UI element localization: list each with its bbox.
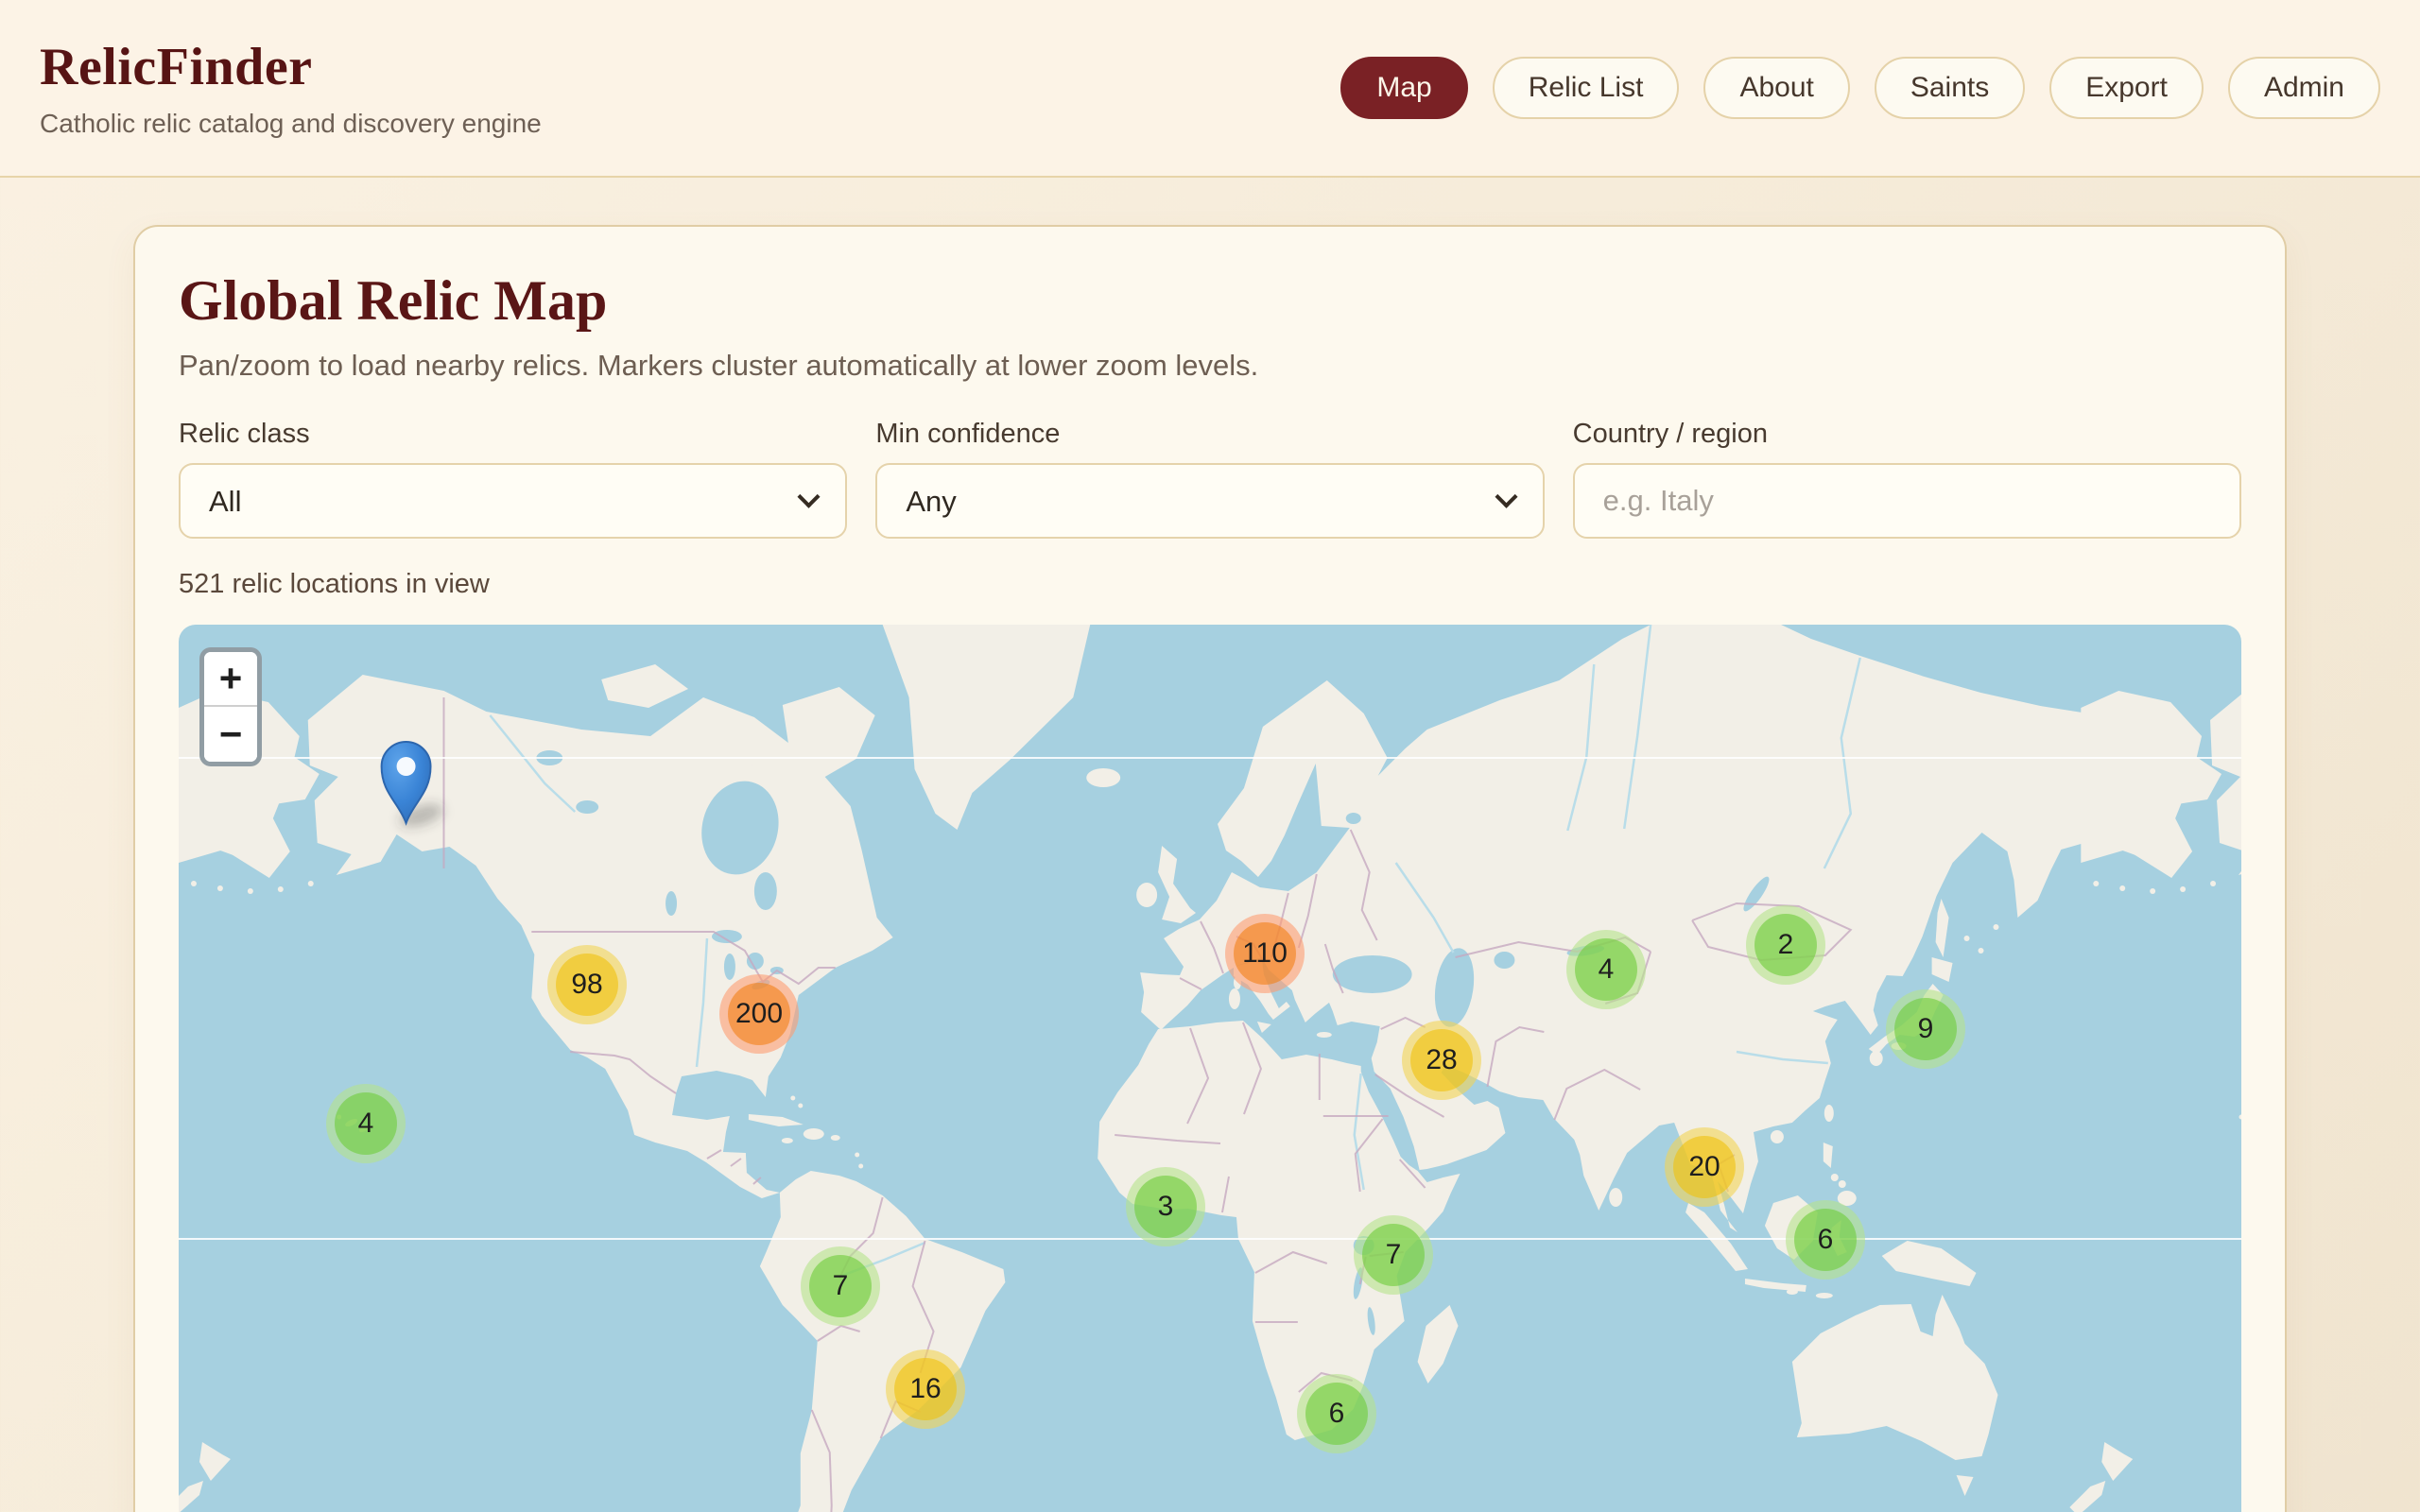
zoom-control: + − [199,647,262,766]
relic-class-select-input[interactable]: All [179,463,847,539]
relic-class-label: Relic class [179,419,847,450]
min-confidence-select-input[interactable]: Any [875,463,1544,539]
app-header: RelicFinder Catholic relic catalog and d… [0,0,2420,178]
cluster-count: 7 [1386,1239,1402,1271]
cluster-count: 6 [1329,1398,1345,1430]
cluster-marker[interactable]: 4 [326,1084,406,1163]
brand-block: RelicFinder Catholic relic catalog and d… [40,37,542,139]
cluster-marker[interactable]: 2 [1746,905,1825,985]
map-card: Global Relic Map Pan/zoom to load nearby… [133,225,2287,1512]
cluster-count: 3 [1158,1191,1174,1223]
cluster-marker[interactable]: 200 [719,974,799,1054]
min-confidence-select[interactable]: Any [875,463,1544,539]
nav-relic-list[interactable]: Relic List [1493,57,1680,119]
cluster-marker[interactable]: 3 [1126,1167,1205,1246]
cluster-count: 98 [571,969,602,1001]
cluster-layer: 98 200 4 110 28 4 2 9 20 6 3 7 7 16 6 [179,625,2241,1512]
cluster-count: 9 [1918,1013,1934,1045]
main-nav: Map Relic List About Saints Export Admin [1340,57,2380,119]
app-title: RelicFinder [40,37,542,97]
cluster-count: 20 [1688,1151,1720,1183]
map-canvas[interactable]: 98 200 4 110 28 4 2 9 20 6 3 7 7 16 6 + − [179,625,2241,1512]
nav-about[interactable]: About [1703,57,1849,119]
status-text: 521 relic locations in view [179,569,2241,600]
cluster-marker[interactable]: 28 [1402,1021,1481,1100]
country-label: Country / region [1573,419,2241,450]
country-input[interactable] [1573,463,2241,539]
nav-saints[interactable]: Saints [1875,57,2025,119]
zoom-in-button[interactable]: + [204,652,257,707]
cluster-count: 16 [909,1373,941,1405]
app-subtitle: Catholic relic catalog and discovery eng… [40,109,542,139]
cluster-count: 4 [358,1108,374,1140]
cluster-marker[interactable]: 16 [886,1349,965,1429]
relic-class-select[interactable]: All [179,463,847,539]
page-title: Global Relic Map [179,268,2241,334]
nav-export[interactable]: Export [2049,57,2204,119]
cluster-count: 200 [735,998,783,1030]
cluster-marker[interactable]: 6 [1297,1374,1376,1453]
cluster-count: 4 [1599,954,1615,986]
nav-map[interactable]: Map [1340,57,1467,119]
cluster-count: 28 [1426,1044,1457,1076]
cluster-marker[interactable]: 98 [547,945,627,1024]
cluster-marker[interactable]: 9 [1886,989,1965,1069]
cluster-marker[interactable]: 7 [801,1246,880,1326]
cluster-marker[interactable]: 6 [1786,1200,1865,1280]
cluster-count: 2 [1778,929,1794,961]
cluster-count: 6 [1818,1224,1834,1256]
relic-class-filter: Relic class All [179,419,847,539]
min-confidence-filter: Min confidence Any [875,419,1544,539]
cluster-marker[interactable]: 7 [1354,1215,1433,1295]
cluster-count: 110 [1242,937,1288,970]
zoom-out-button[interactable]: − [204,707,257,762]
page-subtitle: Pan/zoom to load nearby relics. Markers … [179,349,2241,383]
country-filter: Country / region [1573,419,2241,539]
cluster-marker[interactable]: 110 [1225,914,1305,993]
cluster-marker[interactable]: 20 [1665,1127,1744,1207]
cluster-count: 7 [833,1270,849,1302]
nav-admin[interactable]: Admin [2228,57,2380,119]
min-confidence-label: Min confidence [875,419,1544,450]
cluster-marker[interactable]: 4 [1566,930,1646,1009]
filter-row: Relic class All Min confidence Any Count… [179,419,2241,539]
